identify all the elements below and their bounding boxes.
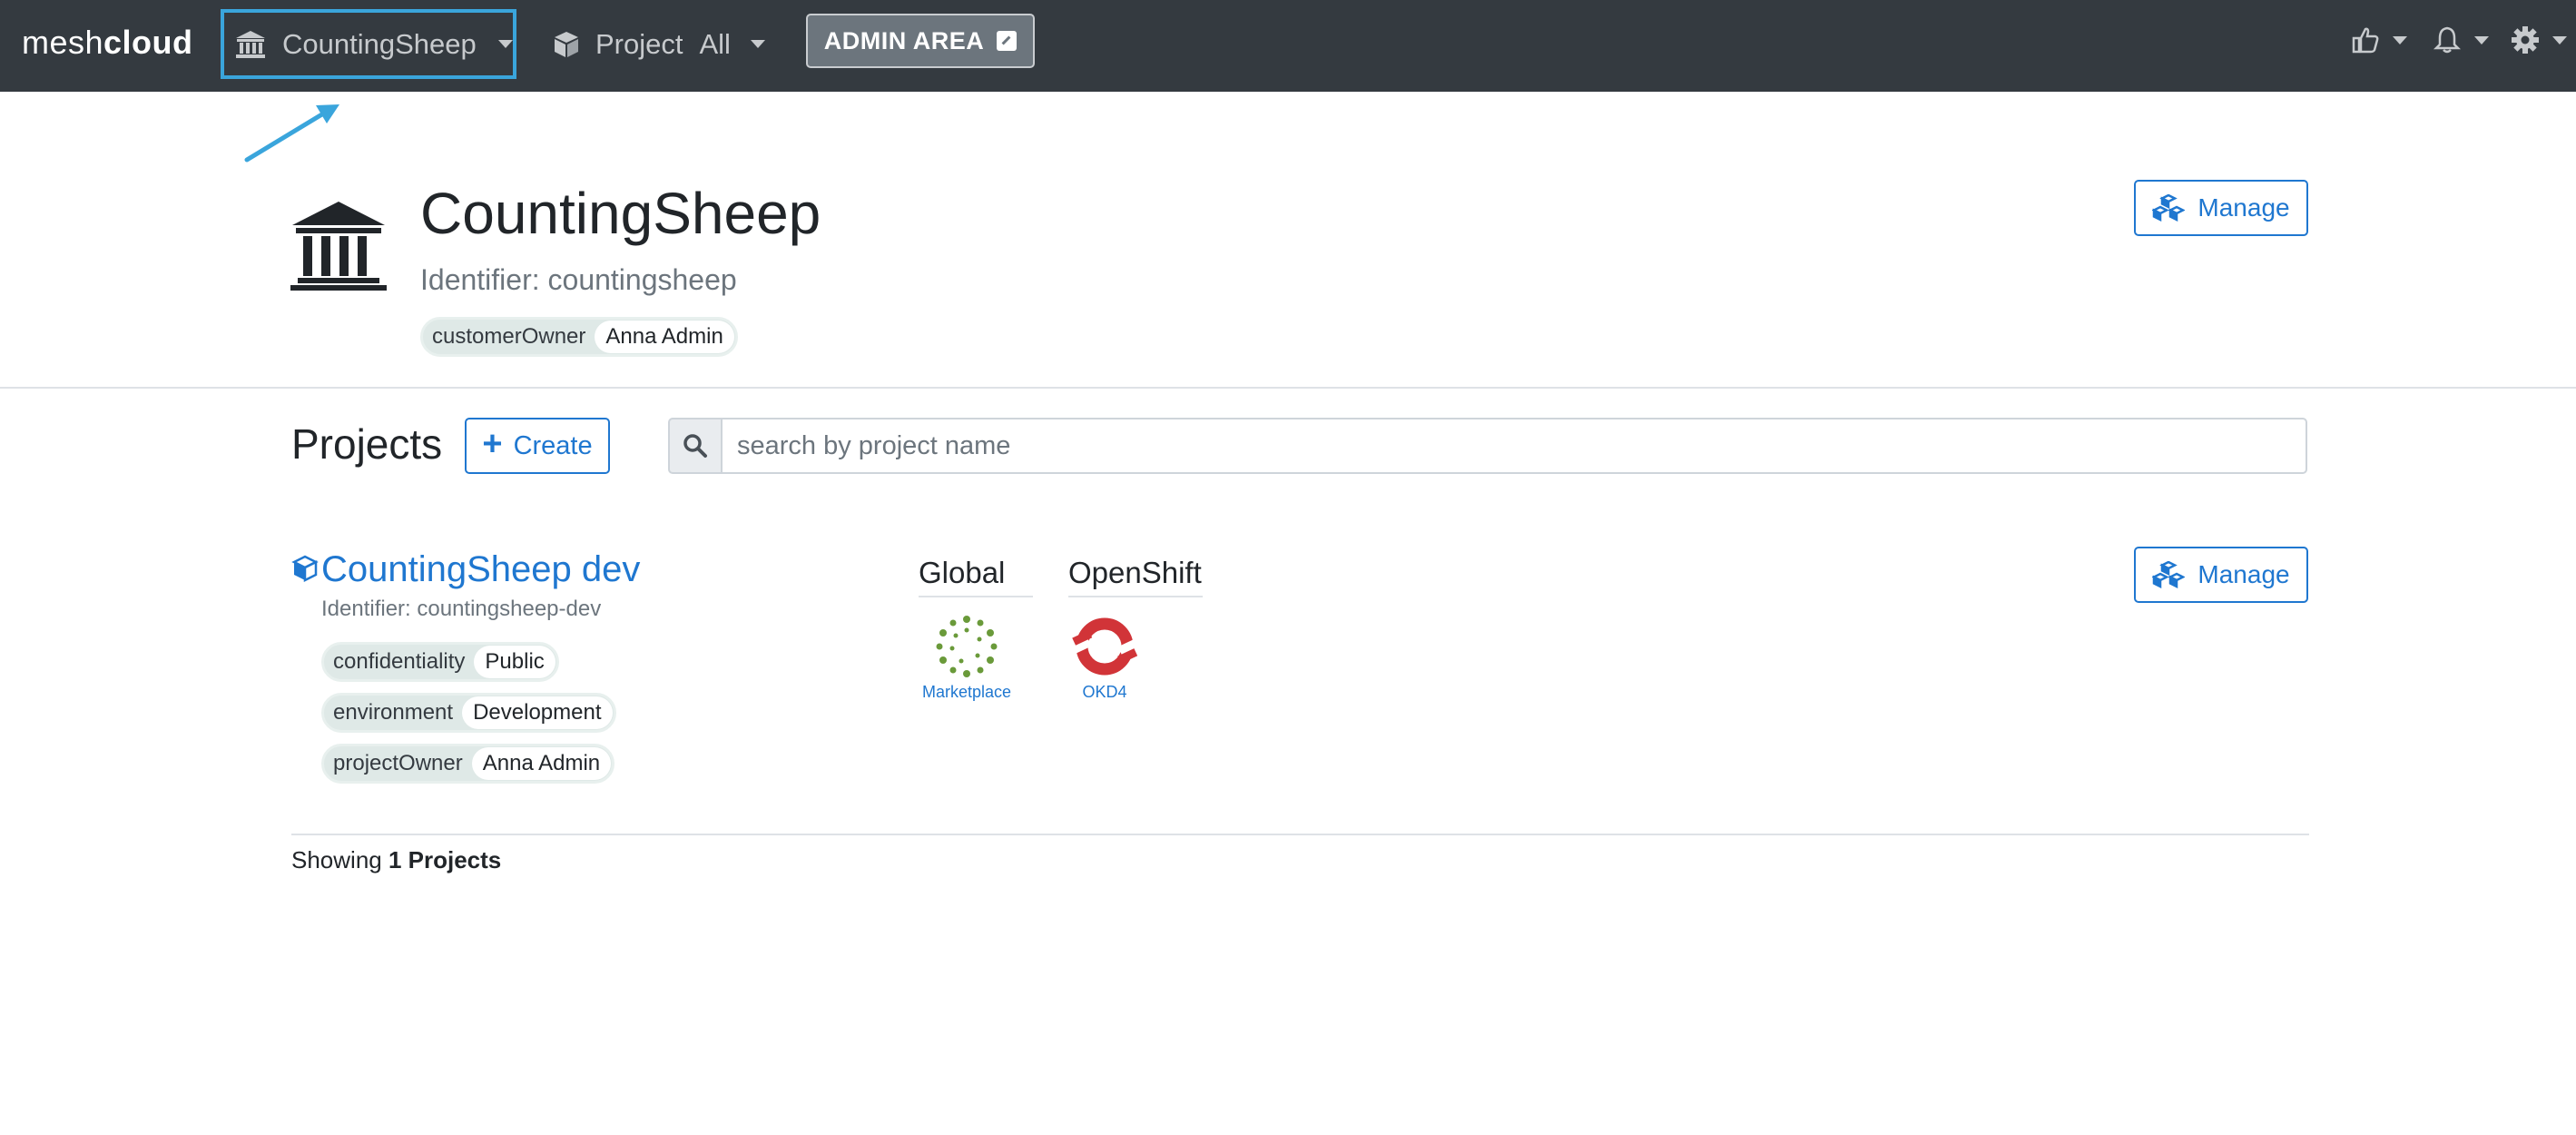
cubes-icon (2152, 561, 2186, 588)
notifications-menu[interactable] (2433, 25, 2489, 54)
workspace-identifier: Identifier: countingsheep (420, 263, 737, 296)
tag-key: confidentiality (333, 649, 466, 674)
gear-icon (2512, 26, 2539, 54)
project-tag-confidentiality: confidentiality Public (321, 642, 559, 682)
bank-icon (290, 202, 387, 291)
admin-area-button[interactable]: ADMIN AREA (806, 14, 1035, 68)
plus-icon: + (482, 425, 503, 463)
platform-group-heading: OpenShift (1068, 556, 1203, 597)
feedback-menu[interactable] (2351, 25, 2407, 54)
project-identifier: Identifier: countingsheep-dev (321, 597, 602, 621)
search-addon (668, 418, 723, 474)
tag-key: environment (333, 700, 454, 725)
platform-marketplace[interactable]: Marketplace (919, 614, 1015, 702)
chevron-down-icon (750, 40, 765, 48)
cube-icon (555, 31, 578, 57)
workspace-manage-button[interactable]: Manage (2134, 180, 2308, 236)
project-search (668, 418, 2576, 474)
tag-value: Anna Admin (471, 747, 612, 780)
create-label: Create (513, 430, 593, 460)
search-icon (683, 434, 707, 458)
workspace-title: CountingSheep (420, 181, 821, 246)
bell-icon (2433, 26, 2462, 54)
tag-key: customerOwner (432, 324, 586, 349)
cube-icon (291, 555, 319, 582)
project-selector-value: All (699, 27, 731, 60)
chevron-down-icon (2393, 35, 2407, 44)
header-divider (0, 387, 2576, 389)
platform-group-openshift: OpenShift (1068, 556, 1203, 597)
chevron-down-icon (2474, 35, 2489, 44)
project-selector-label: Project (595, 27, 683, 60)
meshcloud-logo[interactable]: meshcloud (22, 24, 193, 62)
platform-okd4[interactable]: OKD4 (1068, 614, 1141, 702)
chevron-down-icon (2552, 35, 2567, 44)
platform-label: OKD4 (1082, 683, 1127, 701)
annotation-arrow (244, 104, 339, 163)
project-manage-button[interactable]: Manage (2134, 547, 2308, 603)
platform-group-global: Global (919, 556, 1033, 597)
manage-label: Manage (2197, 193, 2290, 222)
projects-count: Showing 1 Projects (291, 846, 501, 874)
external-link-icon (997, 31, 1018, 51)
project-selector[interactable]: Project All (552, 9, 765, 79)
logo-text-mesh: mesh (22, 24, 104, 61)
bank-icon (236, 30, 265, 58)
projects-footer-divider (291, 834, 2309, 835)
chevron-down-icon (497, 40, 513, 48)
workspace-tag-customer-owner: customerOwner Anna Admin (420, 317, 738, 357)
search-input[interactable] (721, 418, 2307, 474)
settings-menu[interactable] (2511, 25, 2567, 54)
workspace-selector-label: CountingSheep (282, 27, 477, 60)
showing-prefix: Showing (291, 846, 382, 873)
admin-area-label: ADMIN AREA (823, 26, 985, 54)
tag-value: Development (462, 696, 613, 729)
project-tag-environment: environment Development (321, 693, 616, 733)
create-project-button[interactable]: + Create (465, 418, 610, 474)
project-tag-project-owner: projectOwner Anna Admin (321, 744, 615, 784)
project-name-link[interactable]: CountingSheep dev (321, 549, 640, 590)
top-navbar: meshcloud CountingSheep Project All ADMI… (0, 0, 2576, 92)
manage-label: Manage (2197, 560, 2290, 588)
tag-value: Anna Admin (595, 321, 734, 353)
marketplace-icon (936, 616, 998, 677)
tag-value: Public (474, 646, 556, 678)
thumbs-up-icon (2352, 27, 2379, 54)
workspace-selector[interactable]: CountingSheep (221, 9, 516, 79)
showing-count: 1 Projects (388, 846, 502, 873)
logo-text-cloud: cloud (103, 24, 193, 61)
okd-icon (1072, 617, 1137, 676)
platform-label: Marketplace (921, 683, 1012, 701)
cubes-icon (2152, 194, 2186, 222)
projects-heading: Projects (291, 420, 443, 468)
platform-group-heading: Global (919, 556, 1033, 597)
tag-key: projectOwner (333, 751, 463, 775)
